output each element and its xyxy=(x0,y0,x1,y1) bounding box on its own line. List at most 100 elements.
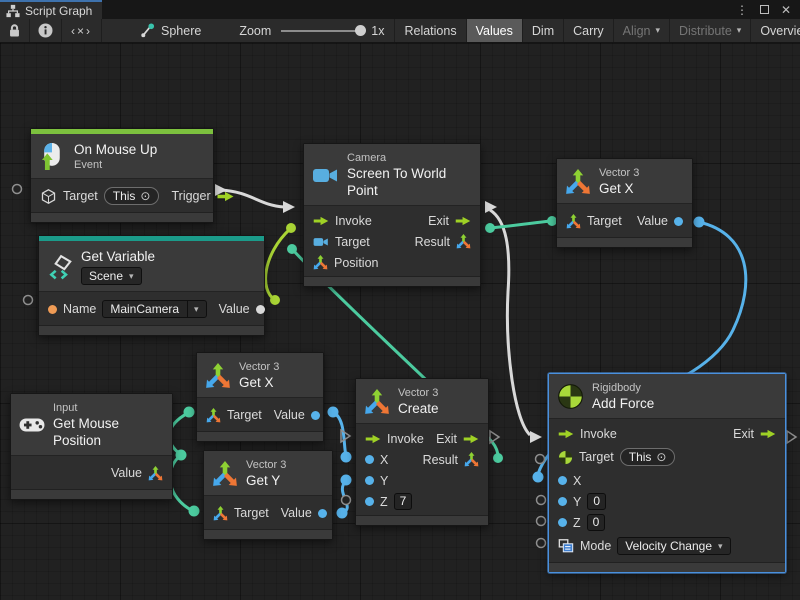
port-label: Value xyxy=(281,506,312,520)
float-port-dot[interactable] xyxy=(365,476,374,485)
float-port-dot[interactable] xyxy=(318,509,327,518)
node-category: Camera xyxy=(347,151,470,165)
maximize-icon[interactable] xyxy=(756,2,772,18)
button-label: Distribute xyxy=(679,24,732,38)
node-header: Rigidbody Add Force xyxy=(549,374,785,419)
node-body: Value xyxy=(11,456,172,489)
node-get-x-mouse[interactable]: Vector 3 Get X Target Value xyxy=(196,352,324,442)
mouse-up-icon xyxy=(39,142,66,171)
port-label: Exit xyxy=(436,432,457,446)
float-port-dot[interactable] xyxy=(365,455,374,464)
z-value-field[interactable]: 7 xyxy=(394,493,413,510)
node-footer xyxy=(204,529,332,539)
button-label: Align xyxy=(623,24,651,38)
gamepad-icon xyxy=(19,417,45,433)
zoom-slider-handle[interactable] xyxy=(355,25,366,36)
port-row-position: Position xyxy=(304,252,480,273)
scope-target-icon: ⊙ xyxy=(140,189,150,203)
variable-scope-dropdown[interactable]: Scene▾ xyxy=(81,267,142,285)
node-on-mouse-up[interactable]: On Mouse Up Event Target This ⊙ Trigger xyxy=(30,128,214,223)
node-body: Invoke Exit Target Result Position xyxy=(304,206,480,276)
float-port-dot[interactable] xyxy=(311,411,320,420)
port-label: X xyxy=(380,453,388,467)
toolbar-button-overview[interactable]: Overview xyxy=(751,19,800,42)
port-row-invoke: Invoke Exit xyxy=(549,423,785,444)
port-label: Z xyxy=(573,516,581,530)
brackets-button[interactable]: ‹×› xyxy=(62,19,102,42)
toolbar-button-relations[interactable]: Relations xyxy=(394,19,466,42)
node-get-y-mouse[interactable]: Vector 3 Get Y Target Value xyxy=(203,450,333,540)
port-label: Target xyxy=(579,450,614,464)
rigidbody-icon xyxy=(557,383,584,410)
string-port-dot[interactable] xyxy=(48,305,57,314)
node-get-x-result[interactable]: Vector 3 Get X Target Value xyxy=(556,158,693,248)
camera-icon xyxy=(312,165,339,186)
float-port-dot[interactable] xyxy=(558,497,567,506)
float-port-dot[interactable] xyxy=(558,518,567,527)
float-port-dot[interactable] xyxy=(558,476,567,485)
port-row-y: Y xyxy=(356,470,488,491)
port-label: Invoke xyxy=(580,427,617,441)
toolbar-button-align[interactable]: Align ▾ xyxy=(614,19,670,42)
toolbar-button-values[interactable]: Values xyxy=(467,19,523,42)
graph-asset-icon xyxy=(140,23,155,38)
zoom-slider[interactable] xyxy=(281,30,361,32)
node-header: Vector 3 Get Y xyxy=(204,451,332,496)
caret-down-icon: ▾ xyxy=(655,26,660,35)
camera-icon xyxy=(313,236,329,248)
port-label: Exit xyxy=(733,427,754,441)
button-label: Carry xyxy=(573,24,604,38)
variable-name-dropdown[interactable]: MainCamera ▾ xyxy=(102,300,206,318)
node-screen-to-world-point[interactable]: Camera Screen To World Point Invoke Exit… xyxy=(303,143,481,287)
node-get-mouse-position[interactable]: Input Get Mouse Position Value xyxy=(10,393,173,500)
graph-breadcrumb[interactable]: Sphere xyxy=(130,19,211,42)
graph-tree-icon xyxy=(6,4,20,18)
zoom-level: 1x xyxy=(371,24,384,38)
dropdown-value: Scene xyxy=(89,269,123,283)
port-label: Target xyxy=(587,214,622,228)
node-category: Vector 3 xyxy=(246,458,286,472)
node-footer xyxy=(549,562,785,572)
vector3-icon xyxy=(213,506,228,521)
object-port-dot[interactable] xyxy=(256,305,265,314)
port-row-target: Target This ⊙ Trigger xyxy=(31,183,213,209)
toolbar-button-dim[interactable]: Dim xyxy=(523,19,564,42)
script-graph-window: Script Graph ⋮ ✕ ‹×› Sphere xyxy=(0,0,800,600)
this-target-pill[interactable]: This ⊙ xyxy=(620,448,676,466)
y-value-field[interactable]: 0 xyxy=(587,493,606,510)
close-icon[interactable]: ✕ xyxy=(778,2,794,18)
toolbar-button-carry[interactable]: Carry xyxy=(564,19,614,42)
menu-dots-icon[interactable]: ⋮ xyxy=(734,2,750,18)
port-label: Target xyxy=(63,189,98,203)
node-get-variable[interactable]: Get Variable Scene▾ Name MainCamera ▾ Va… xyxy=(38,235,265,336)
caret-down-icon: ▾ xyxy=(194,305,199,314)
port-row-target-value: Target Value xyxy=(204,500,332,526)
z-value-field[interactable]: 0 xyxy=(587,514,606,531)
node-footer xyxy=(31,212,213,222)
tab-script-graph[interactable]: Script Graph xyxy=(0,0,102,19)
node-body: Invoke Exit Target This ⊙ X Y 0 xyxy=(549,419,785,562)
pill-value: This xyxy=(113,189,136,203)
flow-arrow-icon xyxy=(365,434,381,444)
this-target-pill[interactable]: This ⊙ xyxy=(104,187,160,205)
node-title: Create xyxy=(398,400,439,417)
port-row-target-value: Target Value xyxy=(197,402,323,428)
graph-name: Sphere xyxy=(161,24,201,38)
float-port-dot[interactable] xyxy=(365,497,374,506)
tab-title: Script Graph xyxy=(25,4,92,18)
float-port-dot[interactable] xyxy=(674,217,683,226)
zoom-control: Zoom 1x xyxy=(229,19,394,42)
info-button[interactable] xyxy=(30,19,62,42)
port-label: Target xyxy=(227,408,262,422)
vector3-icon xyxy=(148,466,163,481)
port-row-z: Z 7 xyxy=(356,491,488,512)
toolbar-button-distribute[interactable]: Distribute▾ xyxy=(670,19,751,42)
mode-dropdown[interactable]: Velocity Change ▾ xyxy=(617,537,730,555)
node-title: Get Y xyxy=(246,472,286,489)
node-vector3-create[interactable]: Vector 3 Create Invoke Exit X Result xyxy=(355,378,489,526)
lock-button[interactable] xyxy=(0,19,30,42)
node-add-force[interactable]: Rigidbody Add Force Invoke Exit Target T… xyxy=(548,373,786,573)
flow-arrow-icon xyxy=(455,216,471,226)
zoom-label: Zoom xyxy=(239,24,271,38)
port-label: Target xyxy=(234,506,269,520)
